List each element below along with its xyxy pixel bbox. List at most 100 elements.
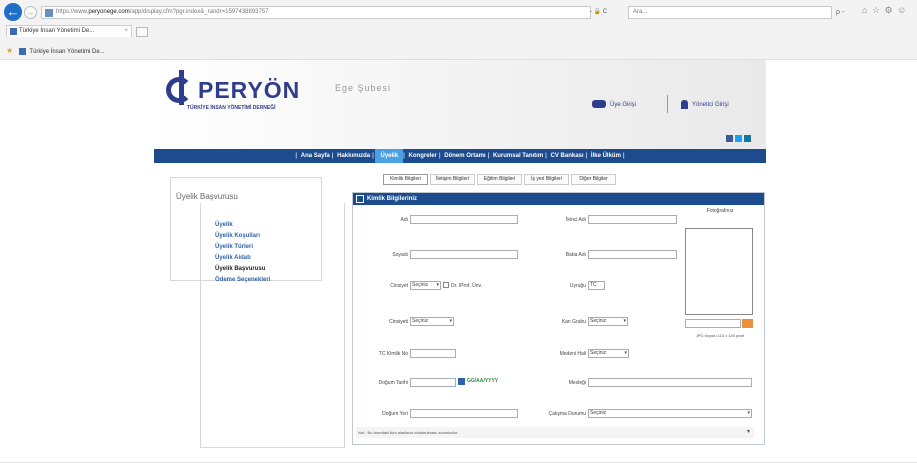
label-dr-prof: Dr. /Prof. Ünv. bbox=[451, 283, 483, 289]
sidebar-item-uyelik-aidati[interactable]: Üyelik Aidatı bbox=[215, 253, 270, 264]
select-calisma-durumu[interactable]: Seçiniz bbox=[588, 409, 752, 418]
sidebar-title: Üyelik Başvurusu bbox=[176, 192, 238, 201]
photo-upload-button[interactable] bbox=[742, 319, 753, 328]
member-login-link[interactable]: Üye Girişi bbox=[592, 100, 636, 111]
input-baba-adi[interactable] bbox=[588, 250, 677, 259]
url-path: /app/display.cfm?pgr.index&_randr=159743… bbox=[129, 9, 269, 15]
menu-item-donem-ortami[interactable]: Dönem Ortamı bbox=[442, 149, 487, 163]
sidebar-links: Üyelik Üyelik Koşulları Üyelik Türleri Ü… bbox=[215, 220, 270, 286]
input-meslegi[interactable] bbox=[588, 378, 752, 387]
input-dogum-tarihi[interactable] bbox=[410, 378, 456, 387]
favorites-star-icon[interactable]: ★ bbox=[6, 46, 13, 55]
label-ikinci-ad: İkinci Adı bbox=[565, 217, 586, 223]
menu-item-ana-sayfa[interactable]: Ana Sayfa bbox=[299, 149, 332, 163]
page-bottom-divider bbox=[0, 462, 917, 463]
user-icon bbox=[681, 100, 688, 109]
back-button[interactable]: ← bbox=[4, 3, 22, 21]
menu-separator: | bbox=[331, 153, 334, 159]
menu-separator: | bbox=[585, 153, 588, 159]
facebook-icon[interactable] bbox=[726, 135, 733, 142]
tab-egitim-bilgileri[interactable]: Eğitim Bilgileri bbox=[477, 174, 522, 185]
favorites-bar: ★ Türkiye İnsan Yönetimi De... bbox=[0, 44, 917, 58]
input-tc-kimlik[interactable] bbox=[410, 349, 456, 358]
favicon-icon bbox=[10, 28, 17, 35]
address-bar-controls[interactable]: - 🔒 C bbox=[590, 6, 628, 19]
sidebar-item-odeme-secenekleri[interactable]: Ödeme Seçenekleri bbox=[215, 275, 270, 286]
input-ad[interactable] bbox=[410, 215, 518, 224]
select-kan-grubu[interactable]: Seçiniz bbox=[588, 317, 628, 326]
menu-item-uyelik[interactable]: Üyelik bbox=[375, 149, 404, 163]
sidebar-item-uyelik[interactable]: Üyelik bbox=[215, 220, 270, 231]
favorite-page-icon bbox=[18, 47, 26, 55]
menu-separator: | bbox=[295, 153, 298, 159]
form-tabs: Kimlik Bilgileri İletişim Bilgileri Eğitim… bbox=[383, 174, 618, 185]
logo-stem bbox=[179, 70, 184, 105]
search-controls[interactable]: ρ - bbox=[836, 6, 844, 19]
menu-item-cv-bankasi[interactable]: CV Bankası bbox=[549, 149, 586, 163]
photo-note: JPG boyutu 113 x 140 pixel bbox=[695, 333, 745, 338]
form-footer: Not : Bu formdaki tüm alanların doldurul… bbox=[356, 427, 754, 438]
menu-separator: | bbox=[487, 153, 490, 159]
label-dogum-tarihi: Doğum Tarihi bbox=[378, 380, 408, 386]
favorite-link[interactable]: Türkiye İnsan Yönetimi De... bbox=[29, 49, 104, 55]
input-uyrugu[interactable]: TC bbox=[588, 281, 605, 290]
label-cinsiyet: Cinsiyet bbox=[390, 283, 408, 289]
forward-button[interactable]: → bbox=[24, 6, 37, 19]
select-cinsiyet[interactable]: Seçiniz bbox=[410, 281, 441, 290]
search-box[interactable]: Ara... bbox=[628, 6, 832, 19]
sidebar-item-uyelik-turleri[interactable]: Üyelik Türleri bbox=[215, 242, 270, 253]
menu-item-kurumsal-tanitim[interactable]: Kurumsal Tanıtım bbox=[491, 149, 545, 163]
input-ikinci-ad[interactable] bbox=[588, 215, 677, 224]
tab-isyeri-bilgileri[interactable]: İş yeri Bilgileri bbox=[524, 174, 569, 185]
footer-dropdown-icon[interactable]: ▾ bbox=[747, 427, 750, 438]
label-calisma-durumu: Çalışma Durumu bbox=[548, 411, 586, 417]
users-icon bbox=[592, 100, 606, 109]
input-dogum-yeri[interactable] bbox=[410, 409, 518, 418]
menu-item-hakkimizda[interactable]: Hakkımızda bbox=[335, 149, 372, 163]
sidebar-item-uyelik-basvurusu[interactable]: Üyelik Başvurusu bbox=[215, 264, 270, 275]
page-icon bbox=[45, 9, 53, 17]
site-header: PERYÖN Ege Şubesi TÜRKİYE İNSAN YÖNETİMİ… bbox=[154, 60, 766, 150]
logo-subtitle: TÜRKİYE İNSAN YÖNETİMİ DERNEĞİ bbox=[187, 105, 276, 111]
tab-iletisim-bilgileri[interactable]: İletişim Bilgileri bbox=[430, 174, 475, 185]
logo-branch: Ege Şubesi bbox=[335, 83, 392, 93]
label-tc-kimlik: TC Kimlik No bbox=[378, 351, 408, 357]
menu-item-kongreler[interactable]: Kongreler bbox=[407, 149, 439, 163]
label-dogum-yeri: Doğum Yeri bbox=[382, 411, 408, 417]
photo-upload-input[interactable] bbox=[685, 319, 741, 328]
checkbox-dr-prof[interactable] bbox=[443, 282, 449, 288]
menu-item-ilke-ulkum[interactable]: İlke Ülküm bbox=[589, 149, 623, 163]
tab-close-icon[interactable]: × bbox=[124, 26, 128, 37]
browser-tab[interactable]: Türkiye İnsan Yönetimi De... × bbox=[6, 25, 132, 37]
header-divider bbox=[667, 95, 668, 113]
admin-login-link[interactable]: Yönetici Girişi bbox=[681, 100, 729, 111]
tab-title: Türkiye İnsan Yönetimi De... bbox=[19, 28, 95, 34]
address-bar[interactable]: https://www.peryonege.com/app/display.cf… bbox=[41, 6, 591, 19]
label-meslegi: Mesleği bbox=[568, 380, 586, 386]
calendar-icon[interactable] bbox=[458, 378, 465, 385]
form-header: Kimlik Bilgileriniz bbox=[353, 193, 764, 205]
linkedin-icon[interactable] bbox=[744, 135, 751, 142]
sidebar-item-uyelik-kosullari[interactable]: Üyelik Koşulları bbox=[215, 231, 270, 242]
label-ad: Adı bbox=[400, 217, 408, 223]
main-menu: | Ana Sayfa | Hakkımızda | Üyelik | Kongrel… bbox=[154, 149, 766, 163]
date-format-hint: GG/AA/YYYY bbox=[467, 378, 499, 384]
select-medeni-hal[interactable]: Seçiniz bbox=[588, 349, 629, 358]
label-baba-adi: Baba Adı bbox=[565, 252, 586, 258]
input-soyadi[interactable] bbox=[410, 250, 518, 259]
form-title: Kimlik Bilgileriniz bbox=[367, 196, 418, 202]
tab-kimlik-bilgileri[interactable]: Kimlik Bilgileri bbox=[383, 174, 428, 185]
photo-label: Fotoğrafınız bbox=[706, 208, 734, 214]
label-medeni-hal: Medeni Hali bbox=[559, 351, 586, 357]
new-tab-button[interactable] bbox=[136, 27, 148, 37]
menu-separator: | bbox=[622, 153, 625, 159]
select-cinsiyeti[interactable]: Seçiniz bbox=[410, 317, 454, 326]
logo-text[interactable]: PERYÖN bbox=[198, 77, 300, 104]
twitter-icon[interactable] bbox=[735, 135, 742, 142]
menu-separator: | bbox=[545, 153, 547, 159]
form-footer-note: Not : Bu formdaki tüm alanların doldurul… bbox=[358, 430, 459, 435]
menu-separator: | bbox=[438, 153, 441, 159]
toolbar-icons[interactable]: ⌂ ☆ ⚙ ☺ bbox=[862, 5, 907, 16]
member-login-label: Üye Girişi bbox=[610, 102, 637, 108]
tab-diger-bilgiler[interactable]: Diğer Bilgiler bbox=[571, 174, 616, 185]
